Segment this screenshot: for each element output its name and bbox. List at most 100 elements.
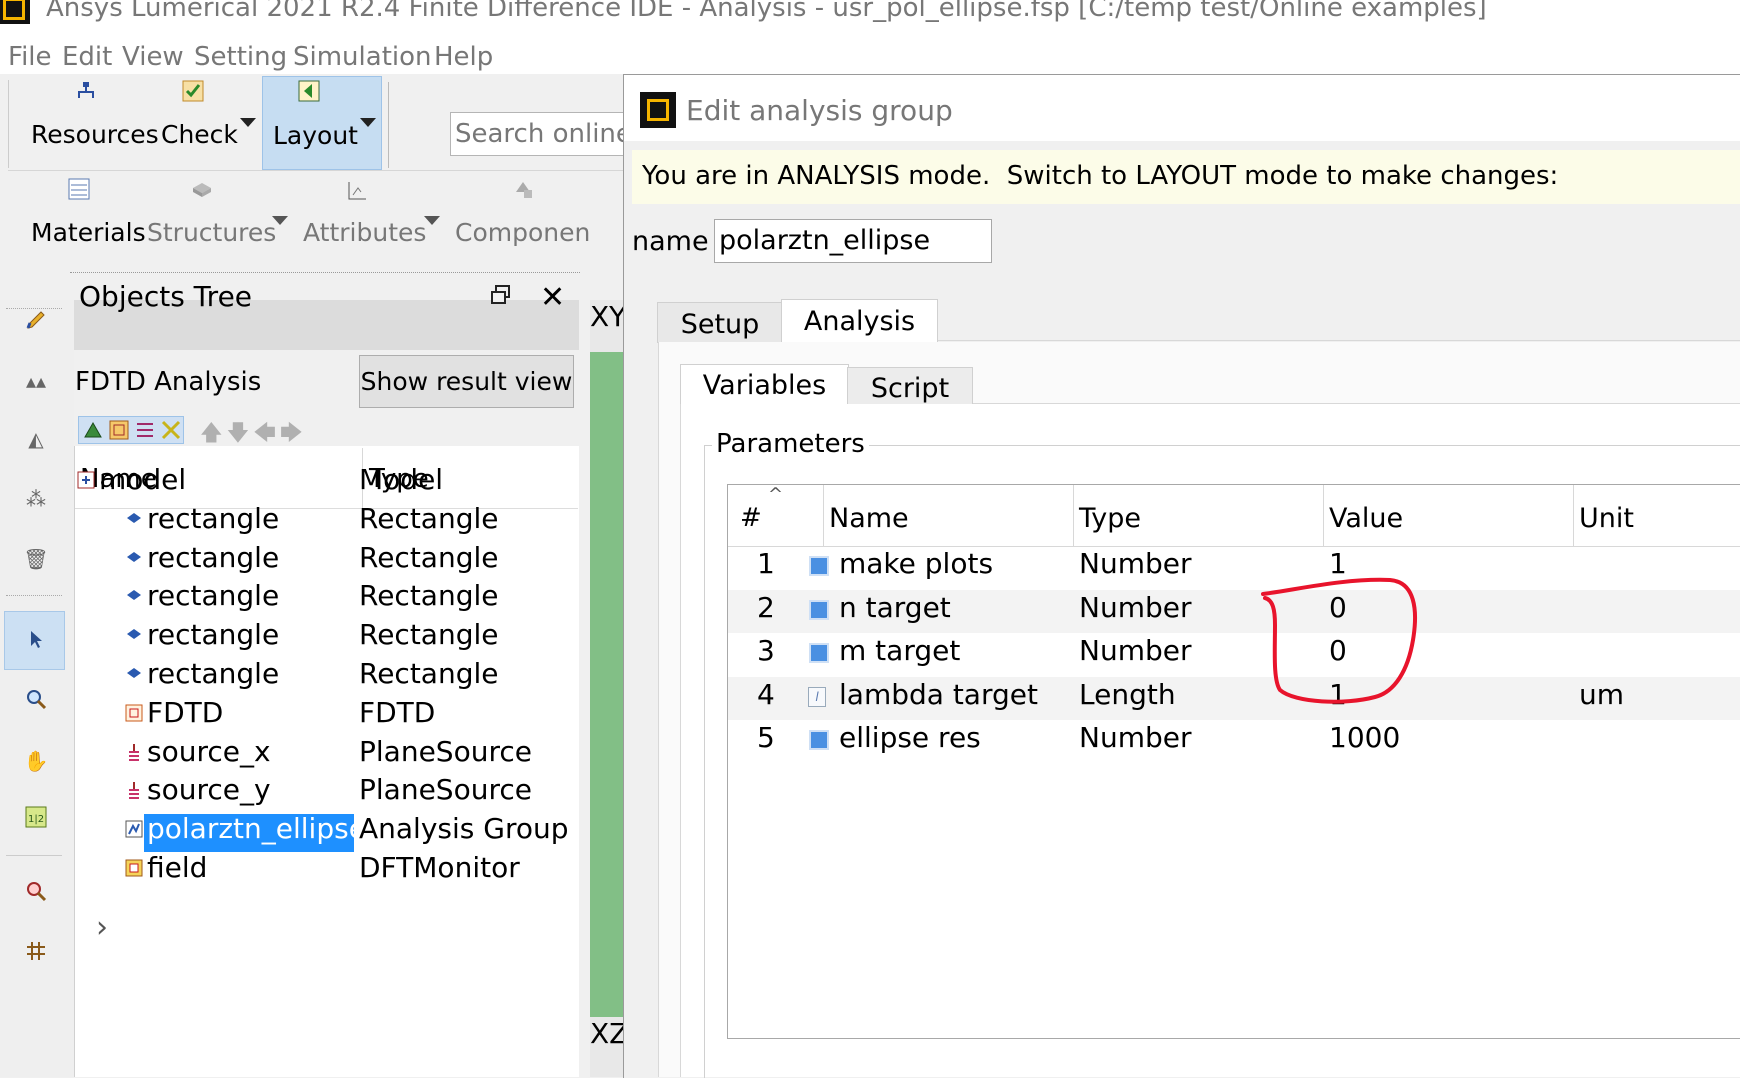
- filter-sources-icon[interactable]: [134, 419, 156, 441]
- param-col-value[interactable]: Value: [1329, 503, 1403, 534]
- delete-icon[interactable]: 🗑: [22, 546, 50, 572]
- attributes-icon: [346, 180, 366, 200]
- param-row-type[interactable]: Number: [1079, 591, 1191, 624]
- tree-item-type: Rectangle: [359, 579, 499, 613]
- check-dropdown-icon[interactable]: [240, 118, 256, 127]
- parameters-group-label: Parameters: [712, 429, 869, 459]
- components-icon: [512, 178, 532, 198]
- menu-setting[interactable]: Setting: [194, 42, 287, 72]
- source-icon: [125, 743, 143, 763]
- param-row-type[interactable]: Number: [1079, 721, 1191, 754]
- tree-item-name[interactable]: rectangle: [147, 618, 279, 651]
- view-canvas[interactable]: [590, 352, 623, 1017]
- param-row-name[interactable]: make plots: [839, 547, 993, 580]
- structures-dropdown-icon[interactable]: [272, 216, 288, 225]
- number-variable-icon: [809, 643, 829, 664]
- tab-analysis[interactable]: Analysis: [781, 299, 938, 344]
- array-icon[interactable]: ⁂: [22, 486, 50, 512]
- tree-item-name[interactable]: FDTD: [147, 696, 223, 729]
- tree-item-name[interactable]: rectangle: [147, 502, 279, 535]
- param-row-name[interactable]: n target: [839, 591, 951, 624]
- view-tab-xz[interactable]: XZ: [590, 1017, 628, 1077]
- layout-dropdown-icon[interactable]: [360, 118, 376, 127]
- menu-simulation[interactable]: Simulation: [293, 42, 432, 72]
- rectangle-icon: [125, 510, 143, 530]
- param-row-type[interactable]: Length: [1079, 678, 1176, 711]
- param-row-type[interactable]: Number: [1079, 547, 1191, 580]
- pan-hand-icon[interactable]: ✋: [22, 748, 50, 774]
- subtab-variables-label: Variables: [702, 370, 827, 401]
- edit-pencil-icon[interactable]: [22, 308, 50, 334]
- grid-icon[interactable]: [22, 940, 50, 966]
- tree-item-name[interactable]: source_y: [147, 773, 271, 806]
- param-row-name[interactable]: lambda target: [839, 678, 1038, 711]
- tab-setup-label: Setup: [680, 309, 760, 340]
- param-row-type[interactable]: Number: [1079, 634, 1191, 667]
- subtab-script-label: Script: [870, 373, 950, 404]
- close-panel-icon[interactable]: ✕: [540, 280, 565, 315]
- attributes-dropdown-icon[interactable]: [424, 216, 440, 225]
- check-button[interactable]: Check: [161, 120, 238, 149]
- param-col-type[interactable]: Type: [1079, 503, 1141, 534]
- toolbar-divider: [8, 80, 9, 168]
- strip-divider: [6, 595, 62, 597]
- param-row-name[interactable]: m target: [839, 634, 960, 667]
- param-row-unit[interactable]: um: [1579, 678, 1624, 711]
- search-input[interactable]: Search online: [450, 112, 630, 156]
- menu-view[interactable]: View: [122, 42, 184, 72]
- tree-item-name[interactable]: rectangle: [147, 657, 279, 690]
- tree-item-name[interactable]: polarztn_ellipse: [147, 812, 366, 845]
- materials-icon: [68, 178, 90, 200]
- components-button[interactable]: Componen: [455, 218, 590, 247]
- menu-edit[interactable]: Edit: [62, 42, 112, 72]
- tree-item-type: DFTMonitor: [359, 851, 520, 884]
- tree-item-name[interactable]: source_x: [147, 735, 271, 768]
- expand-chevron-icon[interactable]: ›: [96, 910, 108, 945]
- rectangle-icon: [125, 626, 143, 646]
- tree-item-type: Rectangle: [359, 540, 499, 574]
- tree-item-name[interactable]: rectangle: [147, 541, 279, 574]
- ruler-icon[interactable]: 1|2: [22, 806, 50, 832]
- filter-monitors-icon[interactable]: [160, 419, 182, 441]
- panel-grip: [70, 272, 580, 275]
- param-col-name[interactable]: Name: [829, 503, 909, 534]
- param-row-num: 2: [757, 590, 775, 624]
- layout-icon: [298, 80, 320, 102]
- view-tab-xy[interactable]: XY: [590, 300, 626, 352]
- tab-setup[interactable]: Setup: [657, 302, 783, 343]
- tree-item-name[interactable]: model: [99, 463, 186, 496]
- filter-simulation-icon[interactable]: [108, 419, 130, 441]
- source-icon: [125, 781, 143, 801]
- resources-button[interactable]: Resources: [31, 120, 159, 149]
- attributes-button[interactable]: Attributes: [303, 218, 426, 247]
- tree-item-name[interactable]: rectangle: [147, 579, 279, 612]
- param-row-value[interactable]: 1000: [1329, 721, 1400, 754]
- param-row-name[interactable]: ellipse res: [839, 721, 981, 754]
- param-col-unit[interactable]: Unit: [1579, 503, 1634, 534]
- menu-help[interactable]: Help: [434, 42, 493, 72]
- pointer-icon: [22, 628, 50, 654]
- tree-mode-label: FDTD Analysis: [75, 367, 262, 397]
- tree-item-type: Analysis Group: [359, 812, 569, 846]
- subtab-script[interactable]: Script: [847, 367, 973, 405]
- structures-button[interactable]: Structures: [147, 218, 276, 247]
- materials-button[interactable]: Materials: [31, 218, 146, 247]
- shape-icon[interactable]: ◭: [22, 426, 50, 452]
- param-col-num[interactable]: #: [740, 503, 762, 533]
- menu-file[interactable]: File: [8, 42, 52, 72]
- group-icon[interactable]: ▴▴: [22, 368, 50, 394]
- float-window-icon[interactable]: [490, 284, 510, 304]
- param-row-num: 5: [757, 721, 775, 755]
- tree-item-type: FDTD: [359, 695, 436, 729]
- subtab-variables[interactable]: Variables: [680, 364, 849, 405]
- toolbar-divider: [388, 82, 389, 168]
- zoom-icon[interactable]: [22, 688, 50, 714]
- tree-item-type: PlaneSource: [359, 773, 532, 807]
- show-result-view-button[interactable]: Show result view: [359, 355, 574, 408]
- tree-item-name[interactable]: field: [147, 851, 207, 884]
- monitor-icon: [125, 859, 143, 879]
- filter-structures-icon[interactable]: [82, 419, 104, 441]
- name-field[interactable]: polarztn_ellipse: [714, 219, 992, 263]
- zoom-extent-icon[interactable]: [22, 880, 50, 906]
- check-icon: [182, 80, 204, 102]
